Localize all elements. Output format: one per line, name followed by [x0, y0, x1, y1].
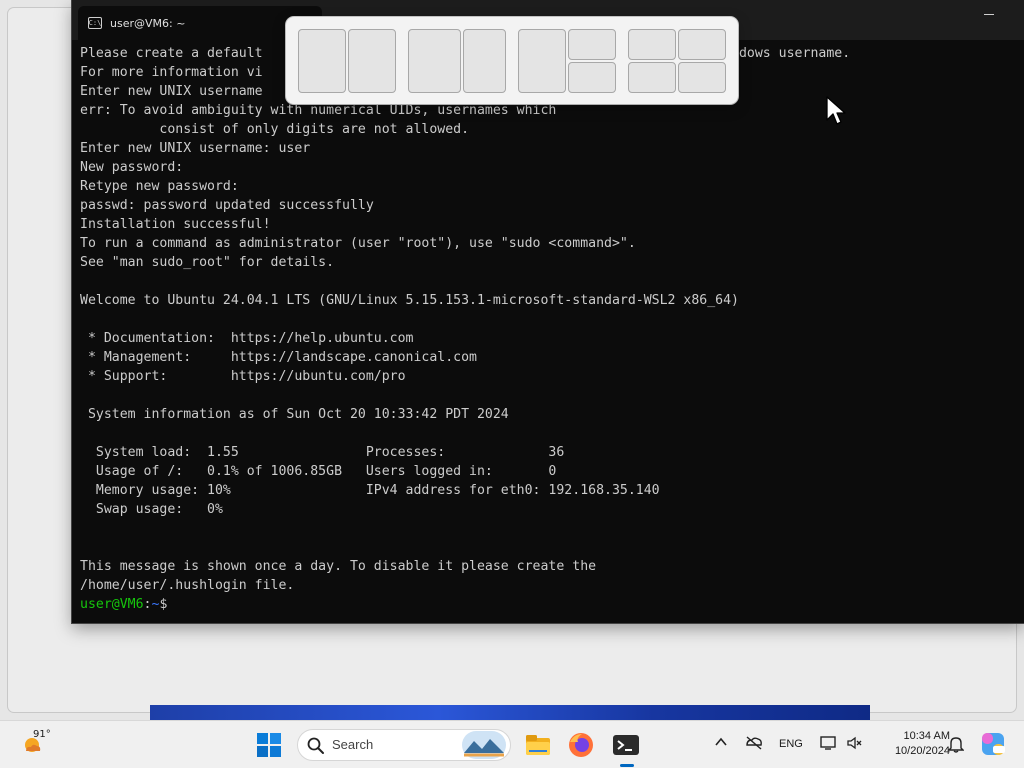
terminal-line: System load: 1.55 Processes: 36 — [80, 445, 565, 460]
chevron-up-icon[interactable] — [714, 735, 728, 749]
clock-date: 10/20/2024 — [894, 745, 950, 757]
snap-zone-bottom-left[interactable] — [628, 62, 676, 93]
snap-zone-bottom-right[interactable] — [678, 62, 726, 93]
terminal-icon[interactable] — [611, 730, 641, 760]
start-icon[interactable] — [256, 732, 282, 758]
terminal-line: To run a command as administrator (user … — [80, 236, 636, 251]
mouse-cursor-icon — [826, 96, 846, 125]
terminal-tab-icon: C:\ — [88, 17, 102, 29]
tab-title: user@VM6: ~ — [110, 16, 186, 30]
terminal-output[interactable]: Please create a default match your Windo… — [80, 44, 1020, 619]
snap-layout-quadrants — [628, 29, 726, 93]
terminal-line: consist of only digits are not allowed. — [80, 122, 470, 137]
snap-zone-top-right[interactable] — [568, 29, 616, 60]
snap-layout-left-right-stack — [518, 29, 616, 93]
copilot-icon[interactable] — [980, 731, 1006, 757]
notification-bell-icon[interactable] — [948, 735, 964, 753]
minimize-icon[interactable] — [984, 14, 994, 15]
terminal-line: This message is shown once a day. To dis… — [80, 559, 597, 574]
snap-layouts-flyout — [286, 17, 738, 104]
prompt-symbol: $ — [159, 597, 168, 612]
terminal-line: New password: — [80, 160, 184, 175]
terminal-line: See "man sudo_root" for details. — [80, 255, 335, 270]
snap-layout-two-halves — [298, 29, 396, 93]
snap-layout-two-thirds — [408, 29, 506, 93]
active-app-indicator — [620, 764, 634, 767]
snap-zone-left[interactable] — [298, 29, 346, 93]
terminal-line: * Support: https://ubuntu.com/pro — [80, 369, 406, 384]
firefox-icon[interactable] — [566, 730, 596, 760]
terminal-line: Usage of /: 0.1% of 1006.85GB Users logg… — [80, 464, 557, 479]
terminal-prompt[interactable]: user@VM6:~$ — [80, 595, 1020, 614]
snap-zone-left-large[interactable] — [408, 29, 461, 93]
volume-muted-icon[interactable] — [846, 735, 862, 751]
network-disconnected-icon[interactable] — [745, 735, 763, 751]
snap-zone-bottom-right[interactable] — [568, 62, 616, 93]
snap-zone-top-left[interactable] — [628, 29, 676, 60]
terminal-line: Installation successful! — [80, 217, 271, 232]
display-icon[interactable] — [820, 735, 838, 751]
terminal-line: Memory usage: 10% IPv4 address for eth0:… — [80, 483, 660, 498]
terminal-line: Swap usage: 0% — [80, 502, 223, 517]
search-placeholder: Search — [332, 737, 374, 752]
terminal-line: Retype new password: — [80, 179, 239, 194]
terminal-line: Welcome to Ubuntu 24.04.1 LTS (GNU/Linux… — [80, 293, 739, 308]
terminal-line: * Documentation: https://help.ubuntu.com — [80, 331, 414, 346]
terminal-line: /home/user/.hushlogin file. — [80, 578, 295, 593]
language-indicator[interactable]: ENG — [779, 738, 803, 750]
clock-time: 10:34 AM — [903, 730, 950, 742]
taskbar: 91° Search ENG 10:34 AM 10/20/2024 — [0, 720, 1024, 768]
search-input[interactable]: Search — [297, 729, 511, 761]
snap-zone-left[interactable] — [518, 29, 566, 93]
terminal-line: Enter new UNIX username: user — [80, 141, 311, 156]
snap-zone-right[interactable] — [348, 29, 396, 93]
clock[interactable]: 10:34 AM 10/20/2024 — [870, 729, 950, 759]
weather-temperature: 91° — [33, 729, 51, 740]
snap-zone-right-small[interactable] — [463, 29, 506, 93]
prompt-user: user@VM6 — [80, 597, 144, 612]
terminal-line: * Management: https://landscape.canonica… — [80, 350, 477, 365]
file-explorer-icon[interactable] — [523, 730, 553, 760]
wallpaper — [150, 705, 870, 720]
terminal-line: System information as of Sun Oct 20 10:3… — [80, 407, 509, 422]
search-highlight-icon[interactable] — [462, 731, 506, 759]
terminal-line: passwd: password updated successfully — [80, 198, 374, 213]
snap-zone-top-right[interactable] — [678, 29, 726, 60]
search-icon — [307, 737, 324, 754]
